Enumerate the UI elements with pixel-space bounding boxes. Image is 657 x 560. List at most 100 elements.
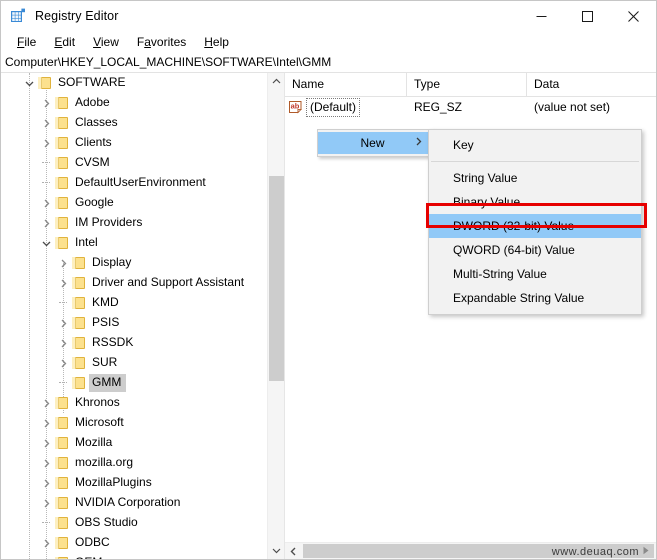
chevron-down-icon[interactable] [38,233,54,253]
menu-item-favorites[interactable]: Favorites [128,33,195,51]
folder-icon [54,416,70,430]
context-menu-item-binary-value[interactable]: Binary Value [429,190,641,214]
tree-item-driver-and-support-assistant[interactable]: Driver and Support Assistant [1,273,267,293]
chevron-right-icon[interactable] [55,353,71,373]
tree-vertical-scrollbar[interactable] [267,73,284,559]
window-title: Registry Editor [35,9,119,23]
tree-item-label: ODBC [75,535,110,549]
column-header-data[interactable]: Data [527,73,656,96]
context-menu-item-qword-64-bit-value[interactable]: QWORD (64-bit) Value [429,238,641,262]
folder-icon [54,516,70,530]
value-type-cell: REG_SZ [414,100,463,114]
title-bar: Registry Editor [1,1,656,31]
chevron-right-icon[interactable] [38,193,54,213]
tree-item-google[interactable]: Google [1,193,267,213]
folder-icon [54,476,70,490]
tree-item-defaultuserenvironment[interactable]: DefaultUserEnvironment [1,173,267,193]
chevron-right-icon[interactable] [55,253,71,273]
menu-item-help[interactable]: Help [195,33,238,51]
tree-item-clients[interactable]: Clients [1,133,267,153]
tree-leaf-connector [55,373,71,393]
registry-tree[interactable]: SOFTWARE Adobe Classes Clients CVSM DefaultUs… [1,73,267,559]
chevron-right-icon[interactable] [38,413,54,433]
context-menu-item-dword-32-bit-value[interactable]: DWORD (32-bit) Value [429,214,641,238]
chevron-right-icon[interactable] [38,533,54,553]
context-menu-item-expandable-string-value[interactable]: Expandable String Value [429,286,641,310]
chevron-left-icon[interactable] [285,543,302,559]
chevron-right-icon[interactable] [38,553,54,559]
minimize-button[interactable] [518,1,564,31]
chevron-right-icon[interactable] [38,213,54,233]
tree-item-classes[interactable]: Classes [1,113,267,133]
tree-item-microsoft[interactable]: Microsoft [1,413,267,433]
tree-item-intel[interactable]: Intel [1,233,267,253]
tree-item-software[interactable]: SOFTWARE [1,73,267,93]
values-list[interactable]: ab (Default) REG_SZ (value not set) [285,97,656,118]
tree-item-label: MozillaPlugins [75,475,152,489]
values-list-header: Name Type Data [285,73,656,97]
tree-item-mozilla[interactable]: Mozilla [1,433,267,453]
close-button[interactable] [610,1,656,31]
context-menu-item-string-value[interactable]: String Value [429,166,641,190]
watermark: www.deuaq.com [552,546,650,558]
menu-item-edit[interactable]: Edit [45,33,84,51]
chevron-right-icon[interactable] [38,433,54,453]
context-menu-item-key[interactable]: Key [429,133,641,157]
tree-item-mozillaplugins[interactable]: MozillaPlugins [1,473,267,493]
tree-item-oem[interactable]: OEM [1,553,267,559]
tree-item-label: Clients [75,135,112,149]
tree-item-display[interactable]: Display [1,253,267,273]
menu-item-file[interactable]: File [8,33,45,51]
tree-item-label: OBS Studio [75,515,138,529]
chevron-right-icon[interactable] [55,333,71,353]
chevron-right-icon[interactable] [38,473,54,493]
context-menu-item-new[interactable]: New [318,132,434,154]
tree-scrollbar-thumb[interactable] [269,176,284,381]
chevron-down-icon[interactable] [268,542,284,559]
chevron-right-icon[interactable] [38,493,54,513]
tree-item-sur[interactable]: SUR [1,353,267,373]
chevron-right-icon[interactable] [38,133,54,153]
chevron-up-icon[interactable] [268,73,284,90]
chevron-right-icon[interactable] [38,113,54,133]
tree-item-im-providers[interactable]: IM Providers [1,213,267,233]
registry-editor-window: Registry Editor File Edit View Favorites… [0,0,657,560]
tree-item-odbc[interactable]: ODBC [1,533,267,553]
chevron-right-icon[interactable] [38,93,54,113]
folder-icon [71,276,87,290]
folder-icon [71,316,87,330]
tree-item-cvsm[interactable]: CVSM [1,153,267,173]
chevron-right-icon[interactable] [38,453,54,473]
context-menu-item-multi-string-value[interactable]: Multi-String Value [429,262,641,286]
tree-item-gmm[interactable]: GMM [1,373,267,393]
folder-icon [54,216,70,230]
chevron-right-icon [415,137,426,149]
table-row[interactable]: ab (Default) REG_SZ (value not set) [285,97,656,118]
tree-item-khronos[interactable]: Khronos [1,393,267,413]
tree-item-kmd[interactable]: KMD [1,293,267,313]
tree-item-nvidia-corporation[interactable]: NVIDIA Corporation [1,493,267,513]
tree-item-psis[interactable]: PSIS [1,313,267,333]
folder-icon [54,196,70,210]
chevron-right-icon[interactable] [55,273,71,293]
folder-icon [71,356,87,370]
column-header-name[interactable]: Name [285,73,407,96]
chevron-right-icon [642,546,650,558]
folder-icon [54,176,70,190]
maximize-button[interactable] [564,1,610,31]
column-header-type[interactable]: Type [407,73,527,96]
chevron-right-icon[interactable] [55,313,71,333]
address-bar[interactable]: Computer\HKEY_LOCAL_MACHINE\SOFTWARE\Int… [1,52,656,73]
folder-icon [54,396,70,410]
tree-item-adobe[interactable]: Adobe [1,93,267,113]
folder-icon [71,336,87,350]
tree-item-rssdk[interactable]: RSSDK [1,333,267,353]
menu-item-view[interactable]: View [84,33,128,51]
tree-item-label: DefaultUserEnvironment [75,175,206,189]
watermark-text: www.deuaq.com [551,546,639,558]
tree-item-mozilla-org[interactable]: mozilla.org [1,453,267,473]
chevron-right-icon[interactable] [38,393,54,413]
chevron-down-icon[interactable] [21,73,37,93]
tree-item-obs-studio[interactable]: OBS Studio [1,513,267,533]
context-menu-item-label: QWORD (64-bit) Value [453,243,575,257]
